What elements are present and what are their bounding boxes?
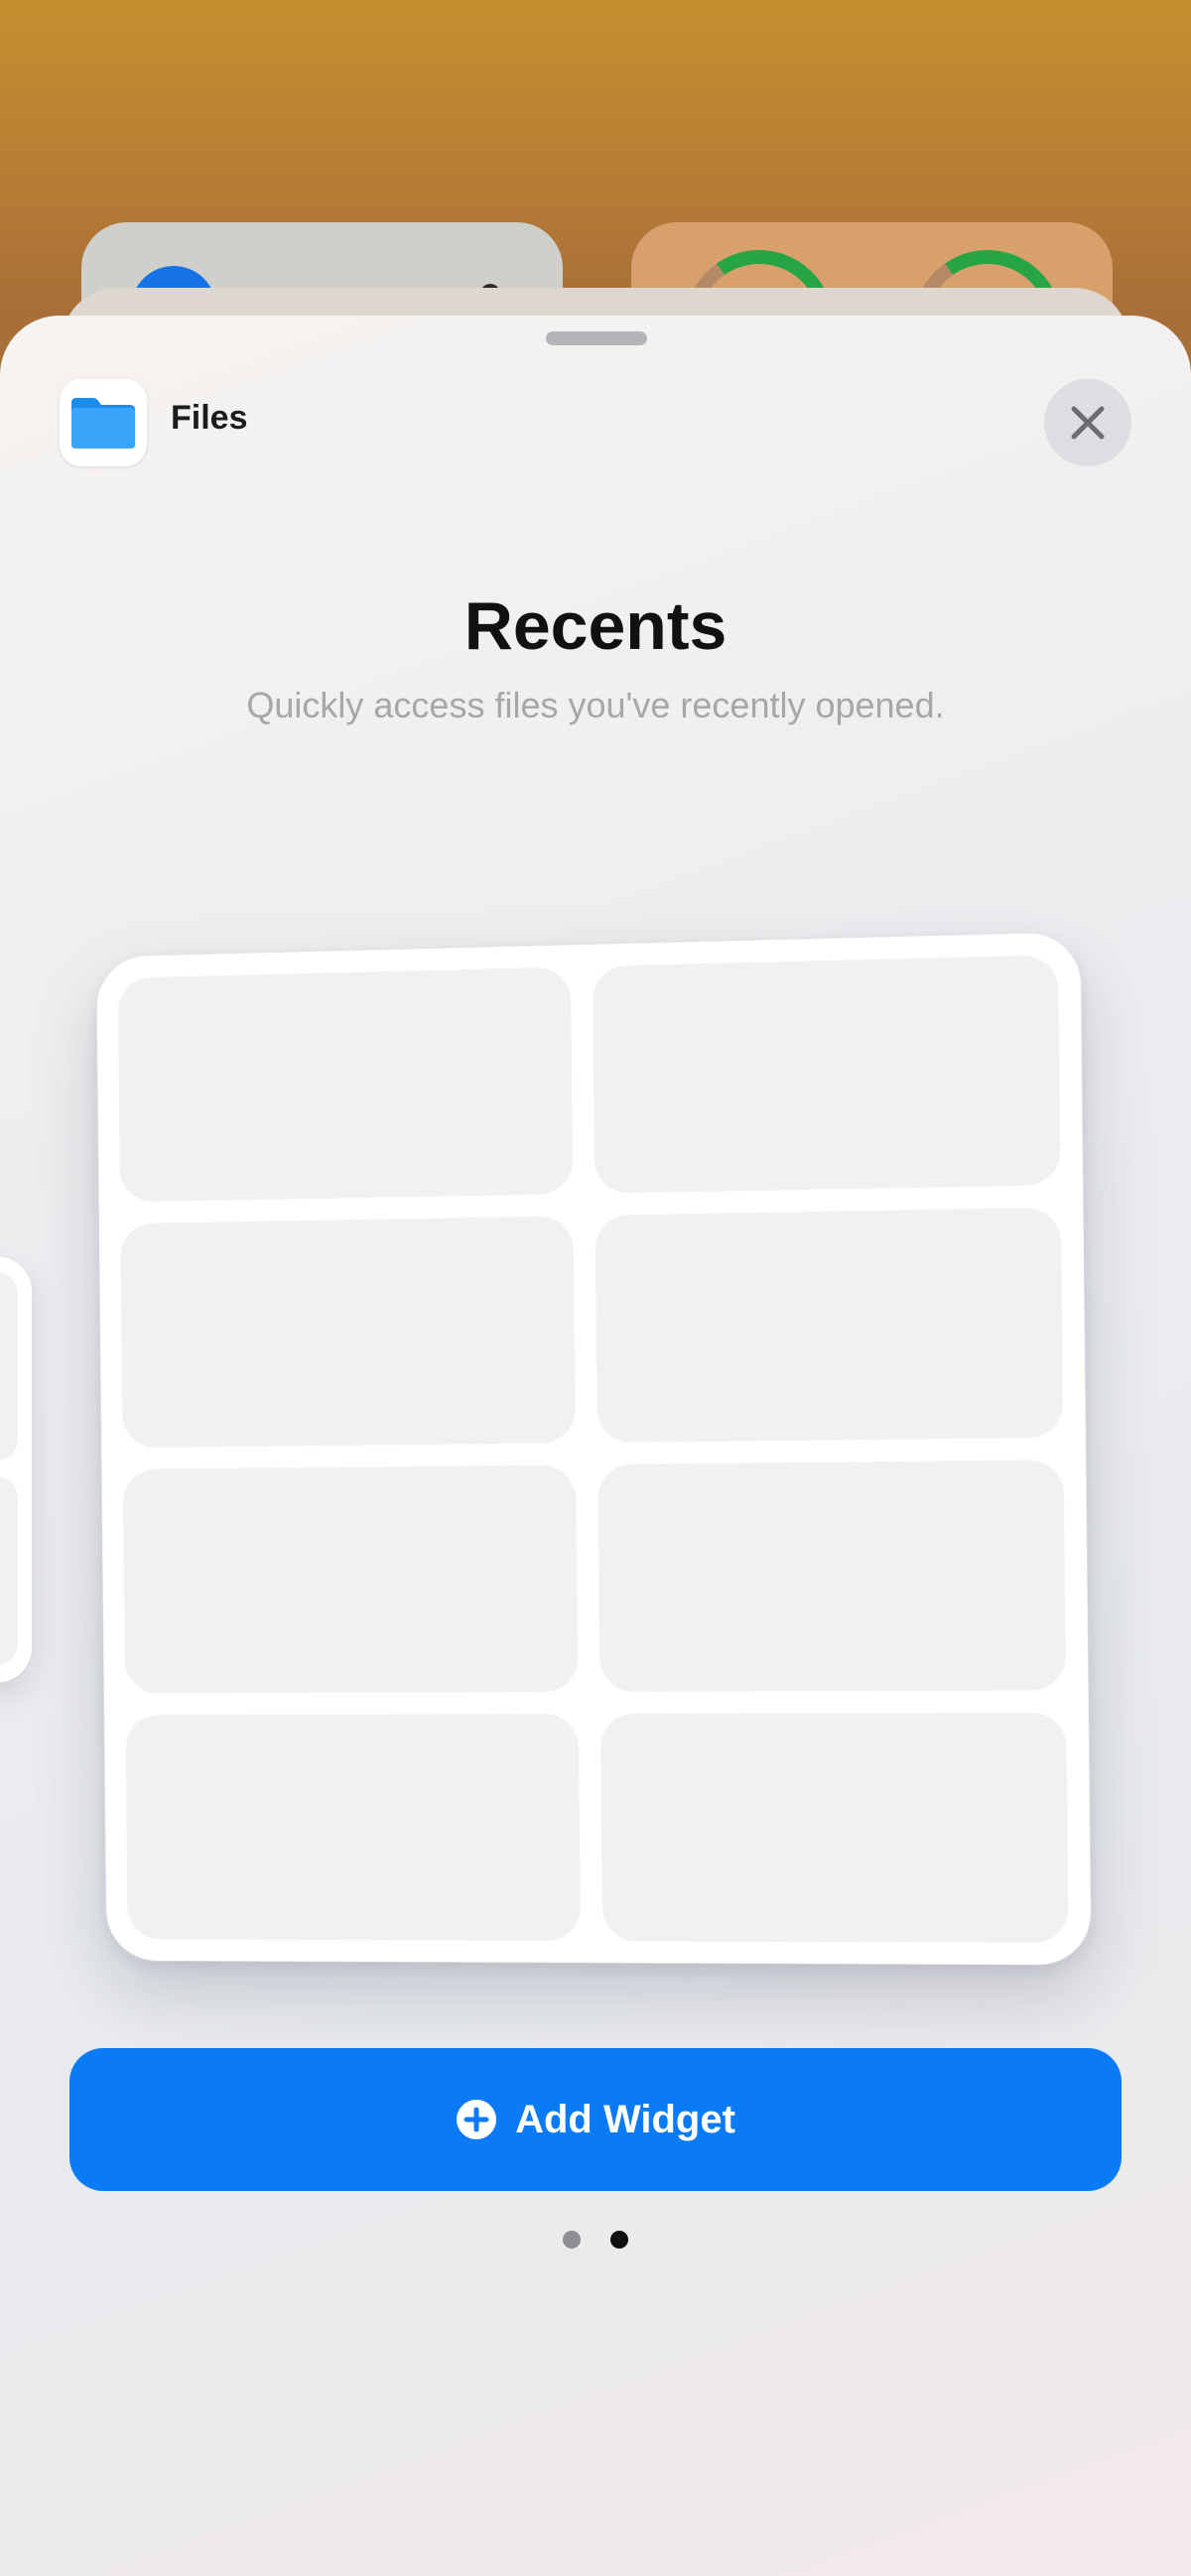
recent-file-placeholder (120, 1216, 576, 1449)
folder-icon (71, 398, 135, 449)
plus-circle-icon (457, 2100, 497, 2139)
files-app-icon (60, 379, 147, 466)
widget-placeholder-tile (0, 1272, 18, 1461)
app-name: Files (171, 399, 248, 437)
recent-file-placeholder (125, 1714, 582, 1942)
recent-file-placeholder (117, 966, 574, 1203)
widget-preview[interactable] (96, 932, 1092, 1966)
previous-widget-preview[interactable] (0, 1256, 32, 1683)
widget-placeholder-tile (0, 1477, 18, 1665)
widget-description: Quickly access files you've recently ope… (246, 685, 945, 725)
recent-file-placeholder (592, 955, 1061, 1194)
recent-file-placeholder (597, 1460, 1067, 1692)
add-widget-label: Add Widget (515, 2097, 735, 2141)
close-icon (1071, 406, 1105, 440)
sheet-grabber[interactable] (546, 331, 647, 345)
widget-gallery-sheet: Files Recents Quickly access files you'v… (0, 316, 1191, 2576)
close-button[interactable] (1044, 379, 1131, 466)
page-indicator[interactable] (0, 2231, 1191, 2249)
widget-preview-grid (117, 955, 1069, 1943)
widget-title: Recents (463, 588, 728, 664)
recent-file-placeholder (599, 1712, 1069, 1943)
recent-file-placeholder (595, 1207, 1064, 1443)
recent-file-placeholder (122, 1465, 579, 1694)
page-dot-2[interactable] (610, 2231, 628, 2249)
page-dot-1[interactable] (563, 2231, 581, 2249)
add-widget-button[interactable]: Add Widget (69, 2048, 1122, 2191)
